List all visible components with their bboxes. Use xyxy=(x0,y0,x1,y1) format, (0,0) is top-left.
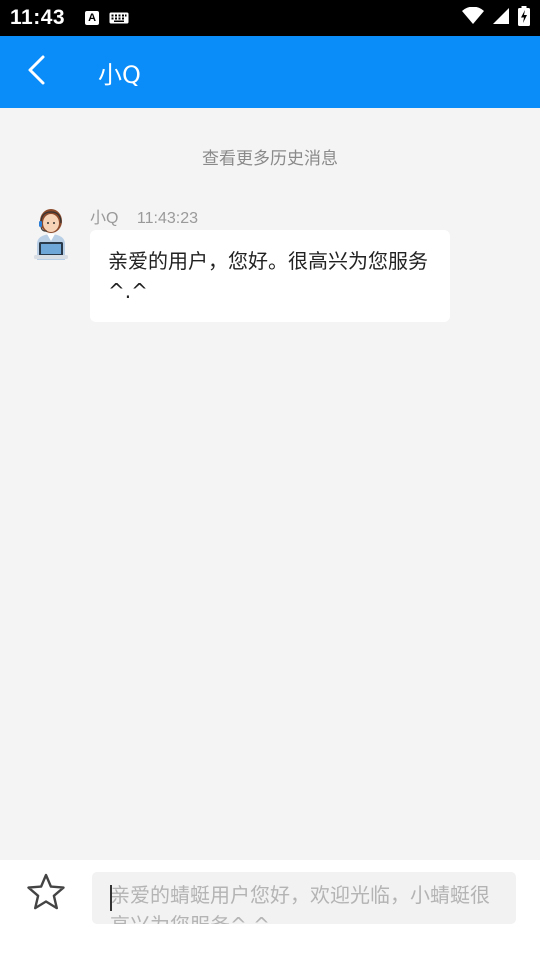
page-title: 小Q xyxy=(98,60,141,89)
status-icons xyxy=(462,6,530,30)
signal-icon xyxy=(492,7,510,29)
customer-service-avatar xyxy=(30,204,72,260)
chat-screen: 11:43 A 小Q 查看更多历史消息 小Q 11:43:23 亲爱的用户，您好… xyxy=(0,0,540,960)
message-input[interactable]: 亲爱的蜻蜓用户您好，欢迎光临，小蜻蜓很高兴为您服务^.^ xyxy=(92,872,516,924)
battery-charging-icon xyxy=(518,6,530,30)
text-cursor xyxy=(110,885,112,911)
load-more-history-link[interactable]: 查看更多历史消息 xyxy=(0,144,540,169)
message-sender: 小Q xyxy=(90,210,119,227)
message-meta: 小Q 11:43:23 xyxy=(90,204,198,228)
status-time: 11:43 xyxy=(10,6,66,29)
message-bubble: 亲爱的用户，您好。很高兴为您服务^.^ xyxy=(90,230,450,322)
message-input-placeholder: 亲爱的蜻蜓用户您好，欢迎光临，小蜻蜓很高兴为您服务^.^ xyxy=(110,883,490,924)
input-bar: 亲爱的蜻蜓用户您好，欢迎光临，小蜻蜓很高兴为您服务^.^ xyxy=(0,860,540,960)
favorite-button[interactable] xyxy=(24,872,68,916)
message-time: 11:43:23 xyxy=(136,210,198,227)
back-button[interactable] xyxy=(0,36,76,108)
chevron-left-icon xyxy=(26,54,48,90)
keyboard-icon xyxy=(109,12,129,24)
star-outline-icon xyxy=(26,873,66,915)
a-notification-icon: A xyxy=(85,11,100,25)
wifi-icon xyxy=(462,6,484,29)
status-bar: 11:43 A xyxy=(0,0,540,36)
app-bar: 小Q xyxy=(0,36,540,108)
